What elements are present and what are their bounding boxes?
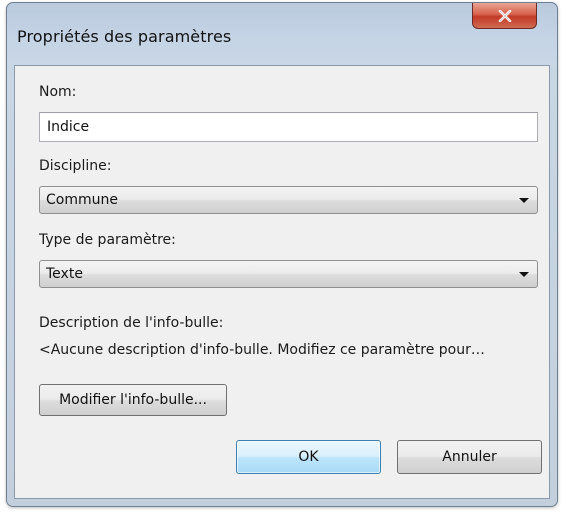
dialog-title: Propriétés des paramètres	[17, 27, 232, 46]
parameter-properties-dialog: Propriétés des paramètres Nom: Indice Di…	[6, 2, 558, 507]
tooltip-description-text: <Aucune description d'info-bulle. Modifi…	[39, 342, 485, 358]
cancel-button[interactable]: Annuler	[397, 440, 542, 474]
name-label: Nom:	[39, 84, 77, 100]
ok-button[interactable]: OK	[236, 440, 381, 474]
parameter-type-label: Type de paramètre:	[39, 232, 176, 248]
chevron-down-icon	[519, 198, 529, 203]
tooltip-description-label: Description de l'info-bulle:	[39, 315, 224, 331]
edit-tooltip-button[interactable]: Modifier l'info-bulle...	[39, 384, 227, 416]
discipline-selected-value: Commune	[46, 192, 118, 208]
close-icon	[498, 9, 512, 22]
name-field[interactable]: Indice	[39, 112, 538, 142]
title-bar[interactable]: Propriétés des paramètres	[7, 3, 557, 65]
parameter-type-selected-value: Texte	[46, 266, 83, 282]
name-field-value: Indice	[47, 119, 90, 135]
chevron-down-icon	[519, 272, 529, 277]
close-button[interactable]	[472, 3, 537, 29]
discipline-dropdown[interactable]: Commune	[39, 186, 538, 214]
parameter-type-dropdown[interactable]: Texte	[39, 260, 538, 288]
dialog-body: Nom: Indice Discipline: Commune Type de …	[14, 65, 550, 499]
discipline-label: Discipline:	[39, 158, 112, 174]
